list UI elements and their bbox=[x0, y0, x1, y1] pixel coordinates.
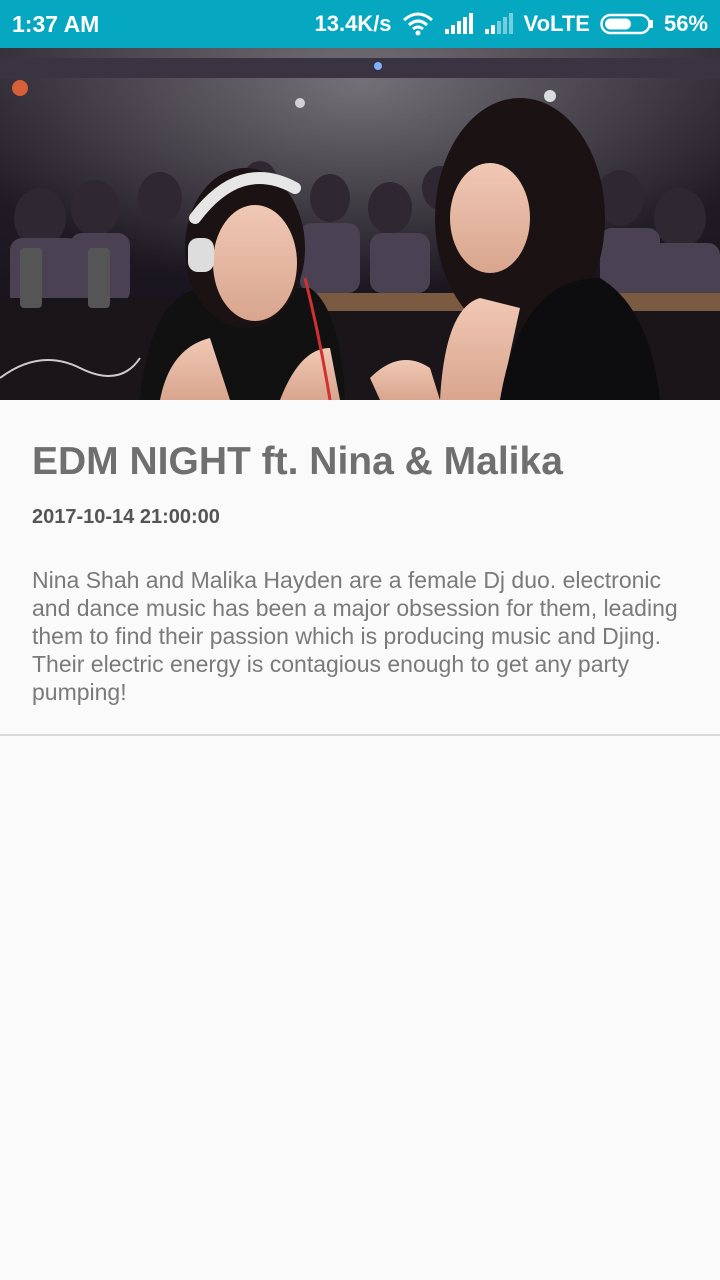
wifi-icon bbox=[402, 12, 434, 36]
battery-icon bbox=[600, 13, 654, 35]
status-time: 1:37 AM bbox=[12, 10, 100, 37]
network-speed: 13.4K/s bbox=[314, 11, 392, 36]
signal-icon bbox=[444, 13, 474, 35]
event-description: Nina Shah and Malika Hayden are a female… bbox=[32, 567, 678, 705]
status-bar: 1:37 AM 13.4K/s VoLTE 56% bbox=[0, 0, 720, 48]
battery-percentage: 56% bbox=[663, 11, 708, 36]
network-type: VoLTE bbox=[523, 11, 590, 36]
divider bbox=[0, 734, 720, 736]
event-datetime: 2017-10-14 21:00:00 bbox=[32, 506, 220, 528]
event-details: EDM NIGHT ft. Nina & Malika 2017-10-14 2… bbox=[0, 400, 720, 735]
signal-weak-icon bbox=[484, 13, 514, 35]
event-title: EDM NIGHT ft. Nina & Malika bbox=[32, 440, 563, 483]
status-indicators: 13.4K/s VoLTE 56% bbox=[314, 11, 708, 37]
event-banner-image bbox=[0, 48, 720, 400]
